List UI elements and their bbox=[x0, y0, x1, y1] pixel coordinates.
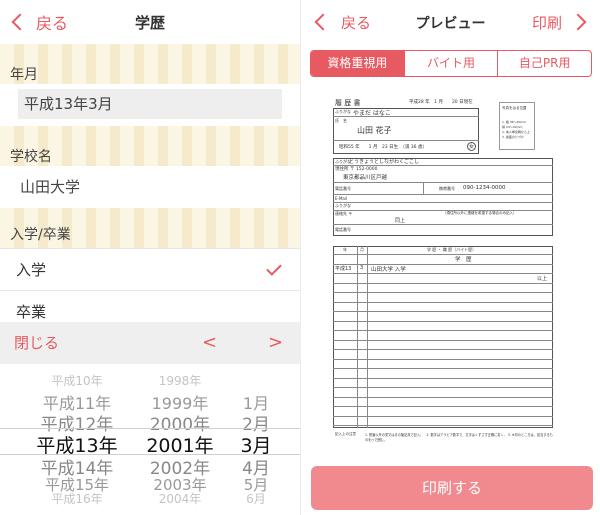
picker-era-year: 平成10年 bbox=[51, 374, 103, 388]
furigana-label: ふりがな bbox=[335, 109, 351, 114]
contact-note: （現住所以外に連絡を希望する場合のみ記入） bbox=[443, 211, 517, 215]
resume-date: 平成28 年 1 月 20 日現在 bbox=[409, 100, 473, 105]
notes: 1. 鉛筆以外の黒又は青の筆記具で記入。 2. 数字はアラビア数字で、文字はくず… bbox=[365, 433, 553, 442]
entry-month: 3 bbox=[360, 265, 364, 271]
photo-note: 3. 裏面のりづけ bbox=[502, 135, 524, 139]
checkmark-icon bbox=[266, 260, 282, 276]
resume-heading: 履 歴 書 bbox=[335, 99, 361, 107]
tab-self-pr[interactable]: 自己PR用 bbox=[498, 51, 591, 76]
address-value: 東京都品川区戸越 bbox=[343, 175, 388, 181]
prev-button[interactable]: < bbox=[202, 322, 217, 364]
section-header-year-month: 年月 bbox=[0, 44, 300, 84]
picker-toolbar: 閉じる < > bbox=[0, 322, 300, 364]
preview-screen: 戻る プレビュー 印刷 資格重視用 バイト用 自己PR用 履 歴 書 平成28 … bbox=[300, 0, 600, 515]
close-button[interactable]: 閉じる bbox=[14, 322, 59, 364]
chevron-right-icon bbox=[569, 13, 587, 31]
name-label: 氏 名 bbox=[335, 118, 347, 123]
sex-value: 女 bbox=[467, 142, 477, 151]
mobile-value: 090-1234-0000 bbox=[463, 185, 506, 191]
picker-row[interactable]: 平成10年 1998年 bbox=[0, 370, 300, 390]
status-label: 入学/卒業 bbox=[10, 227, 71, 243]
option-enroll-label: 入学 bbox=[16, 261, 47, 279]
email-label: E-Mail bbox=[335, 196, 348, 201]
contact-label: 連絡先 〒 bbox=[335, 211, 353, 216]
date-picker[interactable]: 平成10年 1998年 平成11年 1999年 1月 平成12年 2000年 2月 平成13年 2… bbox=[0, 364, 300, 515]
print-button[interactable]: 印刷する bbox=[311, 466, 593, 510]
year-month-row: 平成13年3月 bbox=[0, 84, 300, 126]
education-form-screen: 戻る 学歴 年月 平成13年3月 学校名 山田大学 入学/卒業 入学 卒業 閉じ… bbox=[0, 0, 300, 515]
resume-document: 履 歴 書 平成28 年 1 月 20 日現在 ふりがな やまだ はなこ 氏 名… bbox=[331, 98, 557, 448]
postal-code: 現住所 〒 152-0000 bbox=[335, 167, 378, 172]
template-segmented-control: 資格重視用 バイト用 自己PR用 bbox=[310, 50, 592, 77]
entry-year: 平成13 bbox=[335, 266, 352, 272]
phone-label: 電話番号 bbox=[335, 186, 351, 191]
print-nav-button[interactable]: 印刷 bbox=[531, 8, 587, 36]
address-furigana: とうきょうとしながわくごこし bbox=[349, 159, 420, 165]
photo-note: 1. 縦 36～40mm bbox=[502, 120, 527, 124]
tab-parttime[interactable]: バイト用 bbox=[405, 51, 499, 76]
nav-bar: 戻る 学歴 bbox=[0, 0, 300, 44]
school-row: 山田大学 bbox=[0, 166, 300, 208]
tab-qualification[interactable]: 資格重視用 bbox=[311, 51, 405, 76]
section-header-status: 入学/卒業 bbox=[0, 208, 300, 248]
year-month-label: 年月 bbox=[10, 67, 38, 83]
picker-year: 1998年 bbox=[158, 374, 202, 388]
school-label: 学校名 bbox=[10, 149, 52, 165]
resume-preview[interactable]: 履 歴 書 平成28 年 1 月 20 日現在 ふりがな やまだ はなこ 氏 名… bbox=[301, 86, 600, 456]
picker-row[interactable]: 平成16年 2004年 6月 bbox=[0, 488, 300, 508]
history-heading: 学 歴 ・ 職 歴（バイト歴） bbox=[427, 247, 477, 252]
section-header-school: 学校名 bbox=[0, 126, 300, 166]
photo-note: 2. 本人単身胸から上 bbox=[502, 130, 530, 134]
picker-month: 6月 bbox=[246, 492, 266, 506]
mobile-label: 携帯番号 bbox=[439, 186, 455, 191]
print-label: 印刷 bbox=[531, 13, 562, 32]
end-text: 以上 bbox=[537, 276, 548, 282]
name-value: 山田 花子 bbox=[357, 126, 392, 135]
contact-phone-label: 電話番号 bbox=[335, 227, 351, 232]
birth-value: 昭和55 年 1 月 23 日生 （満 36 歳） bbox=[339, 145, 427, 150]
contact-furigana-label: ふりがな bbox=[335, 203, 351, 208]
year-month-field[interactable]: 平成13年3月 bbox=[18, 89, 282, 119]
page-title: 学歴 bbox=[134, 14, 165, 32]
school-field[interactable]: 山田大学 bbox=[20, 166, 80, 208]
photo-caption: 写真をはる位置 bbox=[502, 106, 527, 110]
picker-selected-row[interactable]: 平成13年 2001年 3月 bbox=[0, 428, 300, 457]
next-button[interactable]: > bbox=[268, 322, 283, 364]
picker-era-year: 平成16年 bbox=[51, 492, 103, 506]
entry-text: 山田大学 入学 bbox=[371, 267, 406, 273]
col-year: 年 bbox=[343, 247, 347, 252]
photo-note: 横 24～30mm bbox=[502, 125, 523, 129]
resume-page-2-edge bbox=[587, 100, 600, 450]
picker-year: 2004年 bbox=[158, 492, 202, 506]
history-section: 学 歴 bbox=[455, 257, 472, 263]
contact-same: 同上 bbox=[395, 218, 406, 224]
furigana-value: やまだ はなこ bbox=[353, 110, 391, 117]
note-label: 記入上の注意 bbox=[335, 432, 356, 436]
option-enroll[interactable]: 入学 bbox=[0, 248, 300, 290]
col-month: 月 bbox=[360, 247, 364, 252]
